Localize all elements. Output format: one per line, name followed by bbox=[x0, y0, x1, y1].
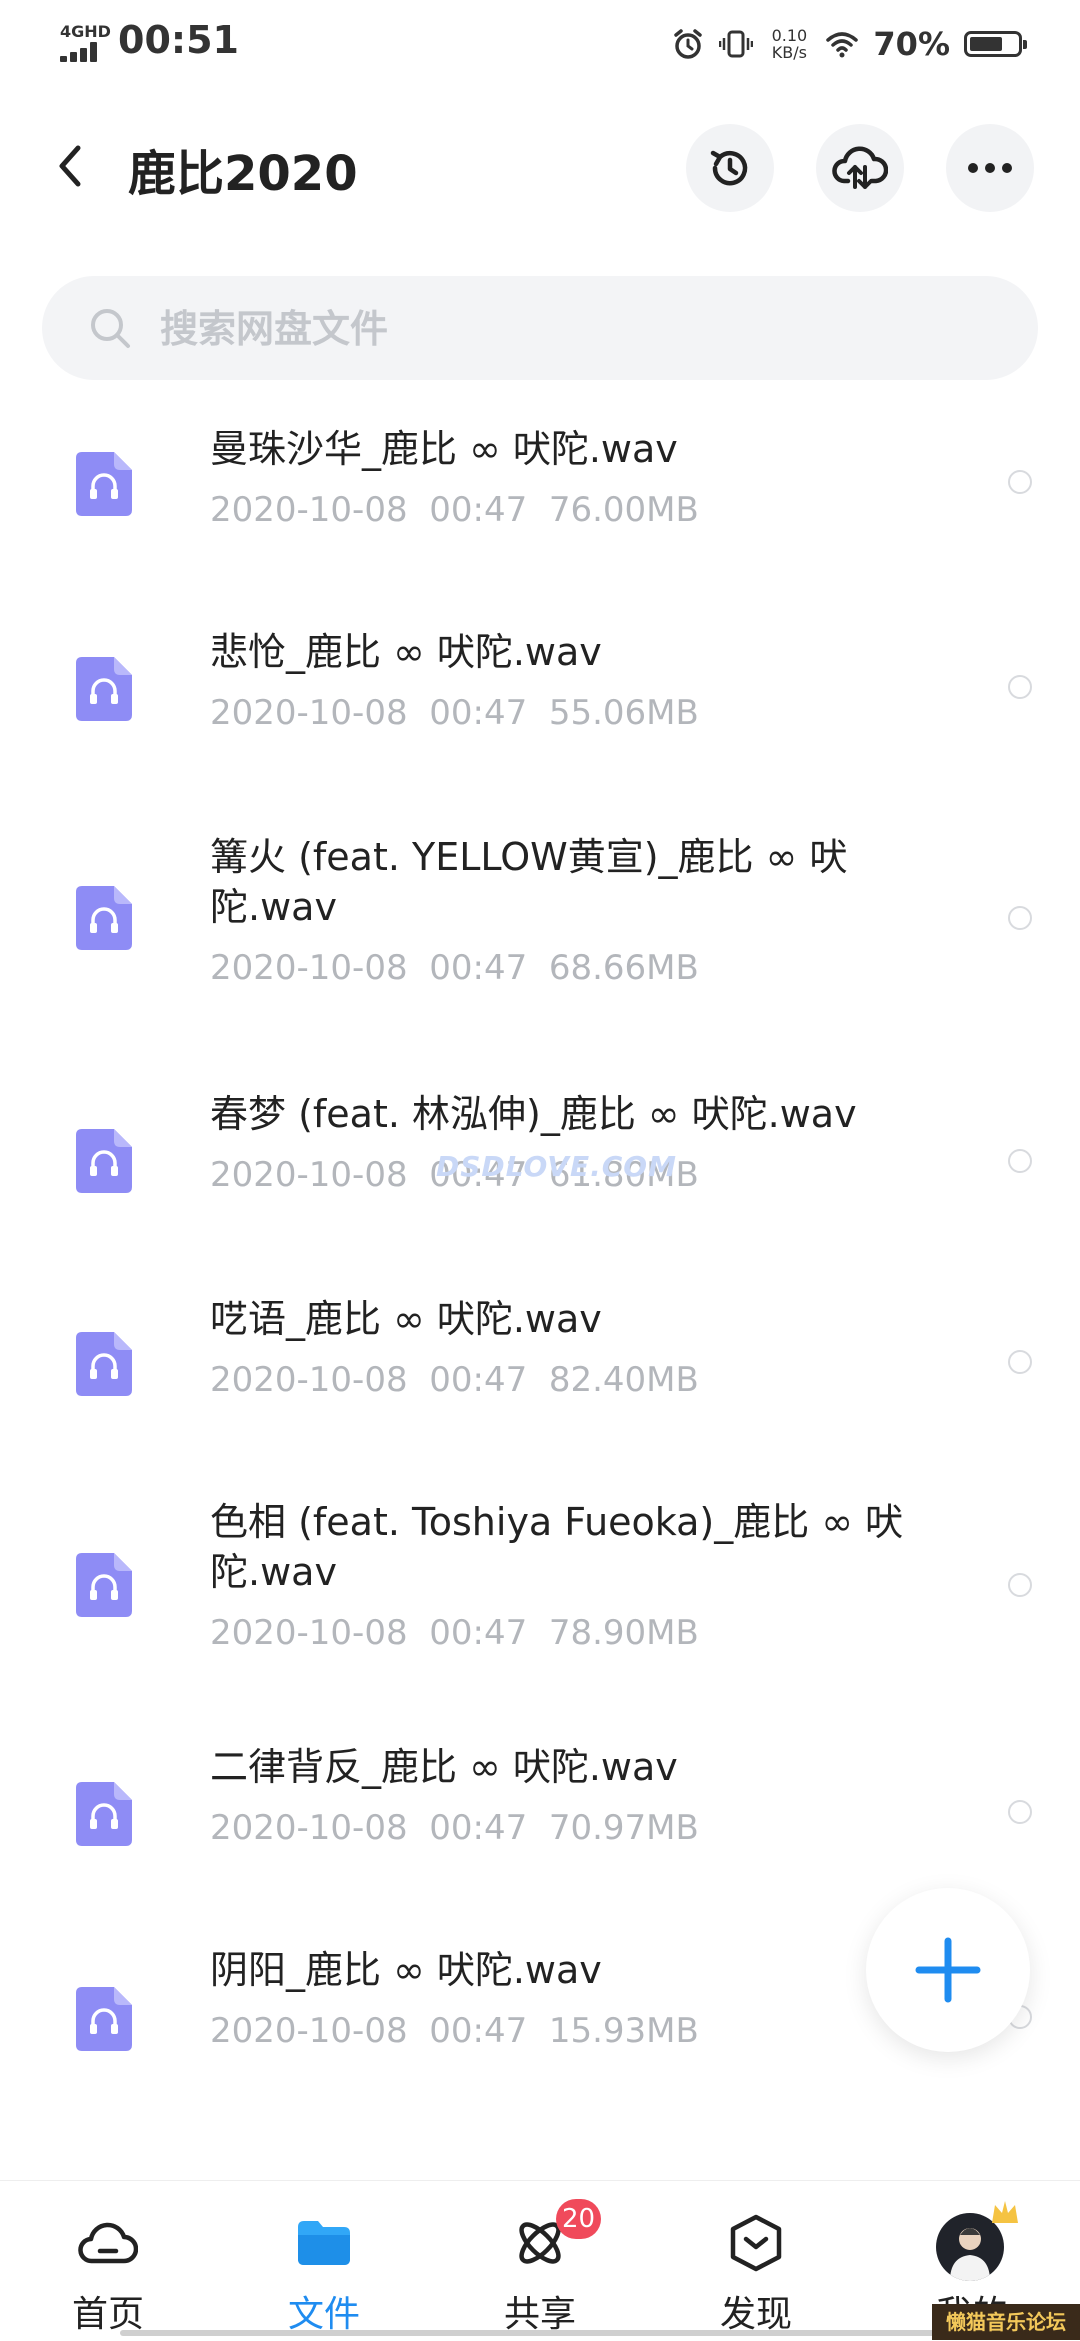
file-size: 78.90MB bbox=[548, 1613, 699, 1653]
file-date: 2020-10-08 bbox=[210, 1360, 408, 1400]
add-button[interactable] bbox=[866, 1888, 1030, 2052]
cloud-home-icon bbox=[78, 2222, 138, 2264]
nav-home[interactable]: 首页 bbox=[28, 2213, 188, 2335]
file-time: 00:47 bbox=[429, 693, 528, 733]
search-input[interactable] bbox=[158, 276, 1002, 382]
select-radio[interactable] bbox=[1008, 470, 1032, 494]
file-name: 悲怆_鹿比 ∞ 吠陀.wav bbox=[210, 630, 602, 674]
file-meta: 2020-10-08 00:47 55.06MB bbox=[210, 693, 699, 733]
back-arrow-icon[interactable] bbox=[48, 138, 94, 194]
file-name: 二律背反_鹿比 ∞ 吠陀.wav bbox=[210, 1745, 678, 1789]
file-size: 82.40MB bbox=[548, 1360, 699, 1400]
file-date: 2020-10-08 bbox=[210, 1808, 408, 1848]
file-size: 70.97MB bbox=[548, 1808, 699, 1848]
discover-box-icon bbox=[730, 2214, 782, 2272]
audio-file-icon bbox=[76, 1129, 132, 1193]
file-date: 2020-10-08 bbox=[210, 693, 408, 733]
signal-icon: 4GHD bbox=[60, 22, 111, 62]
file-size: 76.00MB bbox=[548, 490, 699, 530]
file-name: 色相 (feat. Toshiya Fueoka)_鹿比 ∞ 吠陀.wav bbox=[210, 1500, 904, 1594]
audio-file-icon bbox=[76, 1332, 132, 1396]
select-radio[interactable] bbox=[1008, 1149, 1032, 1173]
transfer-button[interactable] bbox=[816, 124, 904, 212]
forum-watermark: 懒猫音乐论坛 bbox=[932, 2304, 1080, 2340]
select-radio[interactable] bbox=[1008, 906, 1032, 930]
search-icon bbox=[91, 309, 130, 348]
file-time: 00:47 bbox=[429, 1808, 528, 1848]
file-time: 00:47 bbox=[429, 1360, 528, 1400]
battery-percent: 70% bbox=[873, 25, 950, 63]
file-meta: 2020-10-08 00:47 70.97MB bbox=[210, 1808, 699, 1848]
audio-file-icon bbox=[76, 1553, 132, 1617]
nav-share[interactable]: 20 共享 bbox=[460, 2199, 620, 2335]
audio-file-icon bbox=[76, 1987, 132, 2051]
network-type: 4GHD bbox=[60, 22, 111, 41]
file-date: 2020-10-08 bbox=[210, 1155, 408, 1195]
speed-unit: KB/s bbox=[771, 43, 807, 62]
header: 鹿比2020 bbox=[0, 110, 1080, 222]
file-size: 68.66MB bbox=[548, 948, 699, 988]
select-radio[interactable] bbox=[1008, 675, 1032, 699]
crown-icon bbox=[992, 2201, 1018, 2223]
file-time: 00:47 bbox=[429, 948, 528, 988]
file-meta: 2020-10-08 00:47 68.66MB bbox=[210, 948, 699, 988]
file-meta: 2020-10-08 00:47 15.93MB bbox=[210, 2011, 699, 2051]
history-icon bbox=[710, 150, 748, 186]
select-radio[interactable] bbox=[1008, 1800, 1032, 1824]
file-time: 00:47 bbox=[429, 490, 528, 530]
file-name: 呓语_鹿比 ∞ 吠陀.wav bbox=[210, 1297, 602, 1341]
file-size: 15.93MB bbox=[548, 2011, 699, 2051]
wifi-icon bbox=[826, 32, 859, 58]
nav-discover[interactable]: 发现 bbox=[676, 2213, 836, 2335]
file-row[interactable]: 呓语_鹿比 ∞ 吠陀.wav 2020-10-08 00:47 82.40MB bbox=[0, 1270, 1080, 1470]
file-name: 篝火 (feat. YELLOW黄宣)_鹿比 ∞ 吠陀.wav bbox=[210, 835, 848, 929]
speed-value: 0.10 bbox=[771, 26, 808, 45]
nav-files[interactable]: 文件 bbox=[244, 2213, 404, 2335]
file-time: 00:47 bbox=[429, 2011, 528, 2051]
audio-file-icon bbox=[76, 452, 132, 516]
status-bar: 4GHD 00:51 0.10 KB/s 70% bbox=[0, 0, 1080, 90]
network-speed: 0.10 KB/s bbox=[767, 27, 811, 61]
folder-icon bbox=[298, 2221, 350, 2265]
audio-file-icon bbox=[76, 1782, 132, 1846]
file-row[interactable]: 曼珠沙华_鹿比 ∞ 吠陀.wav 2020-10-08 00:47 76.00M… bbox=[0, 400, 1080, 600]
cloud-upload-icon bbox=[832, 146, 888, 189]
audio-file-icon bbox=[76, 657, 132, 721]
select-radio[interactable] bbox=[1008, 1350, 1032, 1374]
file-row[interactable]: 篝火 (feat. YELLOW黄宣)_鹿比 ∞ 吠陀.wav 2020-10-… bbox=[0, 810, 1080, 1060]
file-meta: 2020-10-08 00:47 82.40MB bbox=[210, 1360, 699, 1400]
file-name: 阴阳_鹿比 ∞ 吠陀.wav bbox=[210, 1948, 602, 1992]
file-time: 00:47 bbox=[429, 1613, 528, 1653]
notification-badge: 20 bbox=[556, 2199, 602, 2239]
more-icon bbox=[968, 163, 1012, 173]
alarm-icon bbox=[674, 29, 703, 59]
search-bar[interactable] bbox=[42, 276, 1038, 382]
more-button[interactable] bbox=[946, 124, 1034, 212]
file-date: 2020-10-08 bbox=[210, 948, 408, 988]
vibrate-icon bbox=[719, 30, 754, 58]
file-date: 2020-10-08 bbox=[210, 490, 408, 530]
plus-icon bbox=[915, 1937, 981, 2003]
select-radio[interactable] bbox=[1008, 1573, 1032, 1597]
history-button[interactable] bbox=[686, 124, 774, 212]
battery-icon bbox=[964, 31, 1027, 57]
file-size: 55.06MB bbox=[548, 693, 699, 733]
bottom-nav: 首页 文件 20 共享 发现 我 bbox=[0, 2180, 1080, 2341]
clock-time: 00:51 bbox=[118, 18, 239, 62]
file-row[interactable]: 悲怆_鹿比 ∞ 吠陀.wav 2020-10-08 00:47 55.06MB bbox=[0, 605, 1080, 805]
page-title: 鹿比2020 bbox=[128, 146, 358, 202]
file-meta: 2020-10-08 00:47 78.90MB bbox=[210, 1613, 699, 1653]
audio-file-icon bbox=[76, 886, 132, 950]
watermark: DSDLOVE.COM bbox=[436, 1150, 677, 1183]
file-meta: 2020-10-08 00:47 76.00MB bbox=[210, 490, 699, 530]
home-indicator bbox=[120, 2330, 960, 2336]
file-row[interactable]: 色相 (feat. Toshiya Fueoka)_鹿比 ∞ 吠陀.wav 20… bbox=[0, 1475, 1080, 1725]
file-name: 春梦 (feat. 林泓伸)_鹿比 ∞ 吠陀.wav bbox=[210, 1092, 857, 1136]
file-date: 2020-10-08 bbox=[210, 1613, 408, 1653]
file-name: 曼珠沙华_鹿比 ∞ 吠陀.wav bbox=[210, 427, 678, 471]
file-date: 2020-10-08 bbox=[210, 2011, 408, 2051]
